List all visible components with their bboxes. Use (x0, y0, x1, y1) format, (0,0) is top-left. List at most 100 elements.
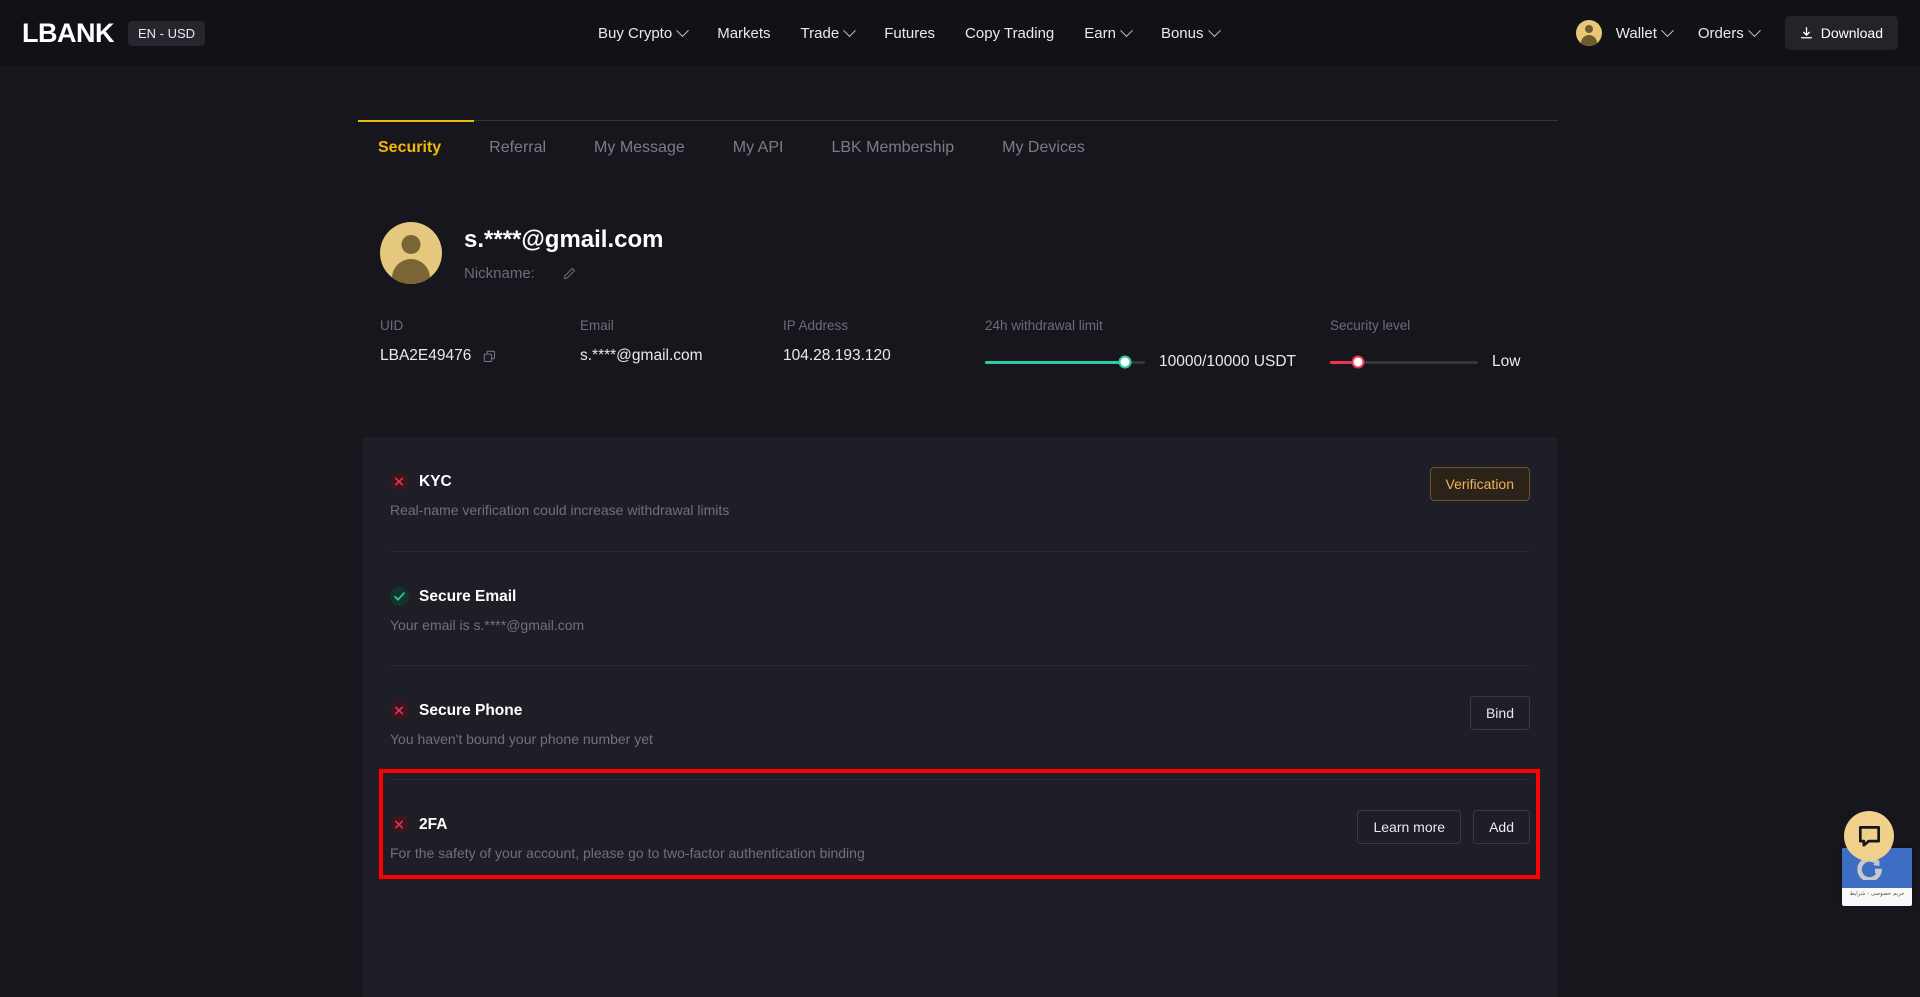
logo-zone: LBANK EN - USD (22, 19, 206, 47)
wallet-menu[interactable]: Wallet (1615, 23, 1674, 42)
account-tabs: Security Referral My Message My API LBK Memb… (358, 120, 1558, 176)
chevron-down-icon (1207, 23, 1221, 37)
nav-item-label: Buy Crypto (598, 24, 673, 42)
security-row-actions: Verification (1429, 467, 1530, 501)
email-label: Email (580, 318, 614, 333)
security-row: KYC Real-name verification could increase… (390, 437, 1530, 551)
language-currency-selector[interactable]: EN - USD (128, 20, 206, 46)
security-settings-card: KYC Real-name verification could increase… (362, 437, 1558, 997)
security-slider-knob (1351, 355, 1365, 369)
security-row-header: KYC (390, 472, 452, 491)
nav-item-label: Bonus (1160, 24, 1204, 42)
withdrawal-limit-label: 24h withdrawal limit (985, 318, 1103, 333)
security-level-slider: Low (1330, 353, 1520, 371)
download-button[interactable]: Download (1784, 16, 1898, 50)
security-slider-track (1330, 355, 1478, 369)
security-row-title: Secure Phone (419, 701, 523, 719)
withdrawal-slider-track[interactable] (985, 355, 1145, 369)
withdrawal-slider-knob[interactable] (1118, 355, 1132, 369)
nav-item-label: Trade (800, 24, 840, 42)
user-avatar-icon[interactable] (1575, 20, 1602, 46)
live-chat-button[interactable] (1844, 811, 1894, 861)
nav-item-trade[interactable]: Trade (800, 23, 857, 42)
chevron-down-icon (843, 23, 857, 37)
security-row-header: 2FA (390, 815, 447, 834)
security-row-header: Secure Phone (390, 701, 522, 720)
cross-icon (390, 472, 409, 491)
download-label: Download (1820, 25, 1883, 41)
info-uid: UID LBA2E49476 (380, 318, 496, 365)
copy-icon[interactable] (483, 350, 496, 363)
chevron-down-icon (1661, 23, 1674, 37)
uid-label: UID (380, 318, 404, 333)
security-row-header: Secure Email (390, 587, 516, 606)
security-row-description: For the safety of your account, please g… (390, 845, 865, 861)
top-header: LBANK EN - USD Buy Crypto Markets Trade Fut… (0, 0, 1920, 66)
security-row-title: 2FA (419, 815, 448, 833)
email-value: s.****@gmail.com (580, 347, 703, 364)
profile-avatar[interactable] (380, 222, 442, 284)
nav-item-markets[interactable]: Markets (717, 25, 770, 42)
security-row-title: KYC (419, 472, 452, 490)
security-row-description: Real-name verification could increase wi… (390, 502, 730, 518)
bind-button[interactable]: Bind (1469, 696, 1530, 730)
profile-email: s.****@gmail.com (464, 226, 664, 253)
nickname-row: Nickname: (464, 265, 663, 282)
withdrawal-limit-value: 10000/10000 USDT (1159, 353, 1297, 370)
recaptcha-text: حریم خصوصی - شرایط (1849, 891, 1905, 897)
nav-item-label: Markets (717, 24, 771, 42)
profile-text: s.****@gmail.com Nickname: (464, 222, 663, 282)
cross-icon (390, 701, 409, 720)
edit-pencil-icon[interactable] (563, 267, 576, 280)
security-row: Secure Email Your email is s.****@gmail.c… (390, 551, 1530, 665)
tab-security[interactable]: Security (358, 139, 465, 157)
recaptcha-icon (1857, 858, 1883, 880)
learn-more-button[interactable]: Learn more (1357, 810, 1462, 844)
security-level-label: Security level (1330, 318, 1411, 333)
uid-value-row: LBA2E49476 (380, 347, 496, 365)
ip-label: IP Address (783, 318, 849, 333)
tab-referral[interactable]: Referral (465, 139, 570, 157)
nav-item-label: Futures (884, 24, 936, 42)
chat-bubble-icon (1858, 825, 1880, 847)
nav-item-earn[interactable]: Earn (1084, 23, 1133, 42)
security-row-description: Your email is s.****@gmail.com (390, 617, 585, 633)
security-row-description: You haven't bound your phone number yet (390, 731, 653, 747)
orders-menu[interactable]: Orders (1697, 23, 1761, 42)
tab-my-devices[interactable]: My Devices (978, 139, 1109, 157)
tab-my-api[interactable]: My API (709, 139, 808, 157)
nav-item-bonus[interactable]: Bonus (1160, 23, 1221, 42)
info-email: Email s.****@gmail.com (580, 318, 703, 365)
wallet-label: Wallet (1615, 24, 1657, 42)
security-row-title: Secure Email (419, 587, 517, 605)
nav-item-label: Copy Trading (965, 24, 1055, 42)
nav-item-futures[interactable]: Futures (884, 25, 935, 42)
nav-item-copy-trading[interactable]: Copy Trading (965, 25, 1054, 42)
info-ip: IP Address 104.28.193.120 (783, 318, 891, 365)
info-withdrawal-limit: 24h withdrawal limit 10000/10000 USDT (985, 318, 1296, 371)
security-row-actions: Bind (1469, 696, 1530, 730)
tab-lbk-membership[interactable]: LBK Membership (807, 139, 978, 157)
security-row: Secure Phone You haven't bound your phone… (390, 665, 1530, 779)
nav-item-buy-crypto[interactable]: Buy Crypto (598, 23, 690, 42)
profile-block: s.****@gmail.com Nickname: (380, 222, 663, 284)
verification-button[interactable]: Verification (1429, 467, 1530, 501)
chevron-down-icon (1747, 23, 1761, 37)
ip-value: 104.28.193.120 (783, 347, 891, 364)
orders-label: Orders (1697, 24, 1744, 42)
header-right-zone: Wallet Orders Download (1575, 0, 1898, 66)
main-navigation: Buy Crypto Markets Trade Futures Copy Tradin… (598, 0, 1221, 66)
cross-icon (390, 815, 409, 834)
chevron-down-icon (676, 23, 690, 37)
nav-item-label: Earn (1084, 24, 1116, 42)
security-row-actions: Learn more Add (1357, 810, 1530, 844)
download-icon (1800, 26, 1812, 38)
nickname-label: Nickname: (464, 264, 535, 282)
lbank-logo[interactable]: LBANK (22, 19, 115, 47)
chevron-down-icon (1120, 23, 1133, 37)
info-security-level: Security level Low (1330, 318, 1520, 371)
tab-my-message[interactable]: My Message (570, 139, 709, 157)
withdrawal-slider-fill (985, 360, 1125, 364)
withdrawal-limit-slider[interactable]: 10000/10000 USDT (985, 353, 1296, 371)
add-button[interactable]: Add (1473, 810, 1530, 844)
